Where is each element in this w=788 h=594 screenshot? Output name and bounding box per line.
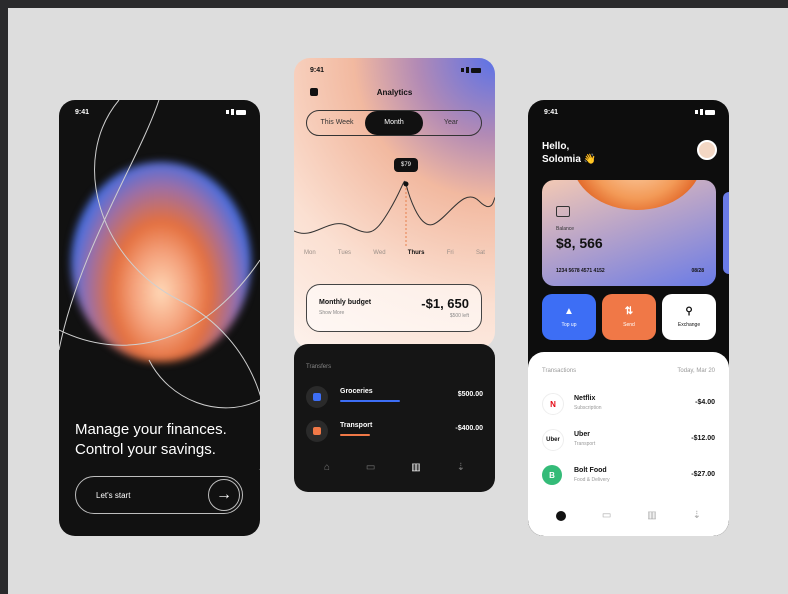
x-label: Sat (475, 250, 485, 256)
home-icon[interactable] (556, 510, 566, 521)
budget-subtitle: Show More (319, 310, 345, 316)
status-time: 9:41 (544, 108, 559, 116)
exchange-button[interactable]: ⚲ Exchange (662, 294, 716, 340)
home-icon[interactable]: ⌂ (324, 462, 330, 473)
next-card-peek[interactable] (723, 192, 729, 274)
bottom-tab-bar: ⌂ ▭ ▥ ⇣ (324, 462, 465, 473)
avatar[interactable] (697, 140, 717, 160)
balance-card[interactable]: Balance $8, 566 1234 5678 4571 4152 08/2… (542, 180, 716, 286)
search-icon: ⚲ (685, 306, 693, 317)
table-row[interactable]: Uber Uber Transport -$12.00 (542, 428, 715, 451)
card-expiry: 08/28 (691, 268, 704, 274)
chart-point (403, 181, 409, 187)
status-bar: 9:41 (310, 64, 481, 76)
headline-line-1: Manage your finances. (75, 421, 227, 438)
greeting-line-2: Solomia 👋 (542, 154, 597, 165)
download-icon[interactable]: ⇣ (457, 462, 465, 473)
tab-this-week[interactable]: This Week (311, 111, 363, 135)
balance-amount: $8, 566 (556, 235, 603, 251)
list-item-value: $500.00 (457, 391, 483, 398)
budget-amount: -$1, 650 (421, 296, 469, 311)
download-icon[interactable]: ⇣ (693, 510, 701, 521)
x-label: Tues (337, 250, 352, 256)
list-item[interactable]: Groceries $500.00 (306, 386, 483, 408)
transaction-desc: Food & Delivery (574, 477, 610, 483)
progress-bar (340, 400, 400, 402)
status-time: 9:41 (310, 66, 325, 74)
transactions-date-filter[interactable]: Today, Mar 20 (677, 368, 715, 374)
lets-start-label: Let's start (96, 490, 131, 500)
top-up-label: Top up (561, 322, 577, 328)
monthly-budget-card[interactable]: Monthly budget Show More -$1, 650 $500 l… (306, 284, 482, 332)
decorative-lines (59, 100, 260, 470)
table-row[interactable]: N Netflix Subscription -$4.00 (542, 392, 715, 415)
transaction-name: Netflix (574, 395, 596, 402)
send-button[interactable]: ⇅ Send (602, 294, 656, 340)
tab-year[interactable]: Year (425, 111, 477, 135)
transactions-title: Transactions (542, 368, 577, 374)
analytics-screen: 9:41 Analytics This Week Month Year $79 … (294, 58, 495, 348)
x-label: Mon (304, 250, 316, 256)
top-up-button[interactable]: ▲ Top up (542, 294, 596, 340)
list-item-name: Groceries (340, 388, 373, 395)
x-label-active: Thurs (407, 250, 425, 256)
status-icons (695, 109, 715, 115)
transaction-desc: Subscription (574, 405, 602, 411)
budget-note: $500 left (449, 313, 469, 319)
car-icon (306, 420, 328, 442)
cart-icon (306, 386, 328, 408)
transaction-amount: -$12.00 (691, 435, 715, 442)
table-row[interactable]: B Bolt Food Food & Delivery -$27.00 (542, 464, 715, 486)
balance-label: Balance (556, 226, 575, 232)
headline-line-2: Control your savings. (75, 441, 216, 458)
period-segmented-control: This Week Month Year (306, 110, 482, 136)
bolt-food-logo: B (542, 465, 562, 485)
list-item-name: Transport (340, 422, 373, 429)
chart-x-labels: Mon Tues Wed Thurs Fri Sat (304, 250, 485, 256)
chart-icon[interactable]: ▥ (647, 510, 656, 521)
transfers-panel: Transfers Groceries $500.00 Transport -$… (294, 344, 495, 492)
status-icons (461, 67, 481, 73)
send-label: Send (623, 322, 635, 328)
list-item-value: -$400.00 (455, 425, 483, 432)
transaction-amount: -$4.00 (695, 399, 715, 406)
wallet-icon: ▲ (564, 306, 574, 317)
page-title: Analytics (376, 88, 413, 97)
greeting: Hello, Solomia 👋 (542, 140, 596, 166)
spending-wave-chart (294, 180, 495, 246)
wallet-screen: 9:41 Hello, Solomia 👋 Balance $8, 566 12… (528, 100, 729, 536)
transaction-desc: Transport (574, 441, 596, 447)
budget-title: Monthly budget (319, 299, 372, 306)
card-icon[interactable]: ▭ (366, 462, 375, 473)
progress-bar (340, 434, 370, 436)
card-gradient-orb (572, 180, 702, 210)
onboarding-screen: 9:41 Manage your finances. Control your … (59, 100, 260, 536)
greeting-line-1: Hello, (542, 141, 570, 152)
chart-icon[interactable]: ▥ (411, 462, 420, 473)
swap-icon: ⇅ (624, 306, 634, 317)
card-icon[interactable]: ▭ (602, 510, 611, 521)
transaction-name: Uber (574, 431, 590, 438)
transfers-header: Transfers (306, 364, 332, 370)
status-bar: 9:41 (544, 106, 715, 118)
x-label: Fri (446, 250, 454, 256)
card-number: 1234 5678 4571 4152 (556, 268, 605, 274)
netflix-logo: N (542, 393, 564, 415)
tab-month[interactable]: Month (365, 111, 423, 135)
transaction-name: Bolt Food (574, 467, 607, 474)
transaction-amount: -$27.00 (691, 471, 715, 478)
bottom-tab-bar: ▭ ▥ ⇣ (556, 510, 701, 521)
lets-start-button[interactable]: Let's start → (75, 476, 243, 514)
list-item[interactable]: Transport -$400.00 (306, 420, 483, 442)
uber-logo: Uber (542, 429, 564, 451)
exchange-label: Exchange (677, 322, 701, 328)
card-chip-icon (556, 206, 570, 217)
onboarding-headline: Manage your finances. Control your savin… (75, 420, 255, 460)
arrow-right-icon[interactable]: → (208, 479, 240, 511)
x-label: Wed (373, 250, 386, 256)
chart-tooltip: $79 (394, 158, 418, 172)
transactions-sheet: Transactions Today, Mar 20 N Netflix Sub… (528, 352, 729, 536)
